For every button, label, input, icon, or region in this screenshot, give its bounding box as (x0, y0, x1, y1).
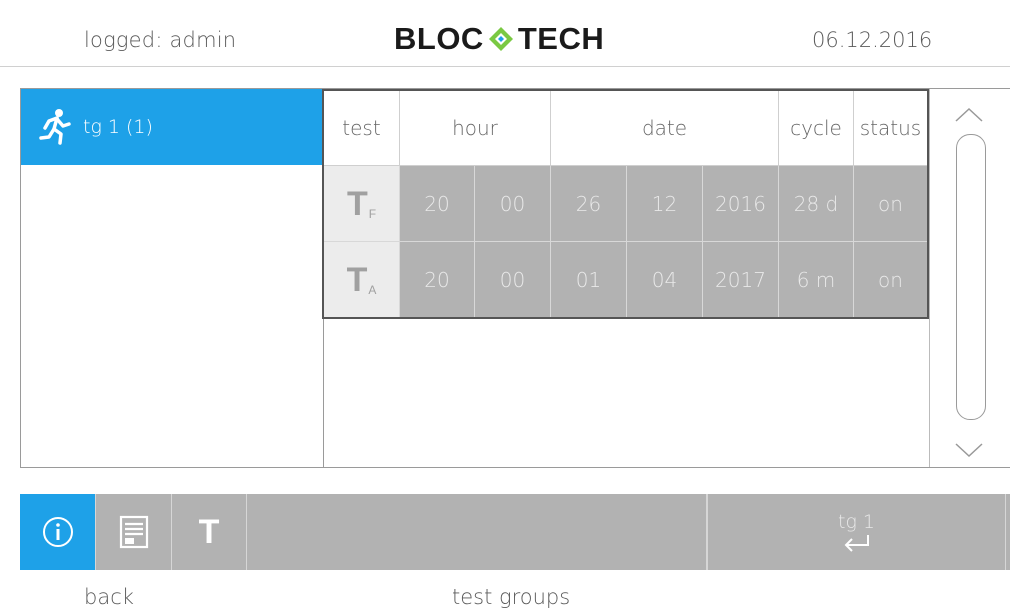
test-type-cell[interactable]: TF (324, 166, 400, 242)
screen-title: test groups (452, 585, 571, 609)
day-cell[interactable]: 26 (551, 166, 627, 242)
test-group-list: tg 1 (1) (20, 88, 324, 468)
hour-cell[interactable]: 20 (400, 166, 475, 242)
list-icon (119, 515, 148, 549)
year-cell[interactable]: 2016 (703, 166, 779, 242)
status-cell[interactable]: on (854, 242, 927, 317)
year-cell[interactable]: 2017 (703, 242, 779, 317)
test-schedule-table: test hour date cycle status TF 20 00 26 … (322, 89, 929, 319)
scroll-up-icon[interactable] (954, 107, 984, 123)
cycle-cell[interactable]: 6 m (779, 242, 854, 317)
month-cell[interactable]: 04 (627, 242, 703, 317)
running-man-icon (39, 109, 71, 145)
header-date: 06.12.2016 (812, 28, 933, 52)
scroll-track[interactable] (956, 134, 986, 420)
cycle-cell[interactable]: 28 d (779, 166, 854, 242)
test-type-cell[interactable]: TA (324, 242, 400, 317)
info-button[interactable] (20, 494, 96, 570)
day-cell[interactable]: 01 (551, 242, 627, 317)
toolbar-spacer (247, 494, 707, 570)
logo-mark-icon (488, 27, 513, 51)
header-date: date (551, 91, 779, 166)
minute-cell[interactable]: 00 (475, 242, 551, 317)
group-enter-button[interactable]: tg 1 (707, 494, 1006, 570)
logged-user: logged: admin (84, 28, 237, 52)
test-type-letter: T (346, 184, 368, 223)
logo-text-right: TECH (517, 21, 605, 56)
test-button-label: T (198, 512, 220, 551)
back-label[interactable]: back (84, 585, 134, 609)
enter-arrow-icon (844, 535, 869, 552)
scroll-down-icon[interactable] (954, 442, 984, 458)
month-cell[interactable]: 12 (627, 166, 703, 242)
header-test: test (324, 91, 400, 166)
header-cycle: cycle (779, 91, 854, 166)
test-type-letter: T (346, 260, 368, 299)
scrollbar[interactable] (929, 89, 1010, 467)
minute-cell[interactable]: 00 (475, 166, 551, 242)
bottom-toolbar: T tg 1 (20, 494, 1010, 570)
group-item-label: tg 1 (1) (83, 116, 153, 138)
info-icon (42, 517, 73, 547)
group-item-tg1[interactable]: tg 1 (1) (21, 89, 322, 165)
hour-cell[interactable]: 20 (400, 242, 475, 317)
logo-text-left: BLOC (394, 21, 484, 56)
list-button[interactable] (96, 494, 172, 570)
group-enter-label: tg 1 (838, 511, 875, 533)
header-status: status (854, 91, 927, 166)
test-type-sub: A (368, 283, 377, 297)
test-button[interactable]: T (172, 494, 247, 570)
test-type-sub: F (368, 207, 377, 221)
header: logged: admin BLOC TECH 06.12.2016 (0, 0, 1010, 67)
logo: BLOC TECH (394, 21, 605, 56)
status-cell[interactable]: on (854, 166, 927, 242)
header-hour: hour (400, 91, 551, 166)
